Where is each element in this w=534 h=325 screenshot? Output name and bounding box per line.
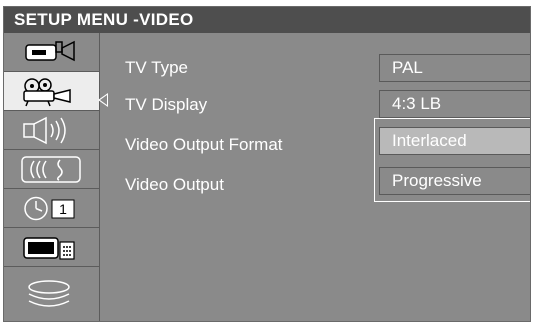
video-output-label: Video Output [125, 175, 224, 194]
option-interlaced[interactable]: Interlaced [379, 127, 530, 155]
clock-timer-icon: 1 [24, 196, 75, 221]
option-progressive-text: Progressive [392, 171, 482, 190]
tv-type-label: TV Type [125, 58, 188, 77]
selection-pointer-icon [98, 93, 108, 107]
speaker-icon [23, 116, 66, 145]
tv-type-value[interactable]: PAL [379, 54, 530, 82]
timer-digit: 1 [59, 201, 67, 217]
option-progressive[interactable]: Progressive [379, 167, 530, 195]
film-projector-icon [23, 78, 71, 107]
tv-display-value-text: 4:3 LB [392, 94, 442, 113]
sidebar: 1 [4, 33, 100, 321]
sidebar-item-disc[interactable] [4, 267, 99, 321]
sidebar-item-general[interactable] [4, 33, 99, 72]
tv-display-value[interactable]: 4:3 LB [379, 90, 530, 118]
setup-menu-screen: SETUP MENU -VIDEO 1 TV Type PAL TV Displ… [3, 6, 531, 322]
tv-display-label: TV Display [125, 95, 208, 114]
sidebar-item-sound[interactable] [4, 150, 99, 189]
sidebar-item-video[interactable] [4, 72, 99, 111]
page-title: SETUP MENU -VIDEO [14, 10, 194, 29]
title-bar: SETUP MENU -VIDEO [4, 7, 530, 33]
video-output-format-label: Video Output Format [125, 135, 283, 154]
camcorder-icon [25, 40, 75, 62]
disc-stack-icon [28, 280, 70, 307]
sidebar-item-display[interactable] [4, 228, 99, 267]
sound-wave-icon [21, 156, 81, 183]
tv-remote-icon [23, 237, 75, 260]
sidebar-item-timer[interactable]: 1 [4, 189, 99, 228]
tv-type-value-text: PAL [392, 58, 423, 77]
option-interlaced-text: Interlaced [392, 131, 467, 150]
sidebar-item-audio[interactable] [4, 111, 99, 150]
